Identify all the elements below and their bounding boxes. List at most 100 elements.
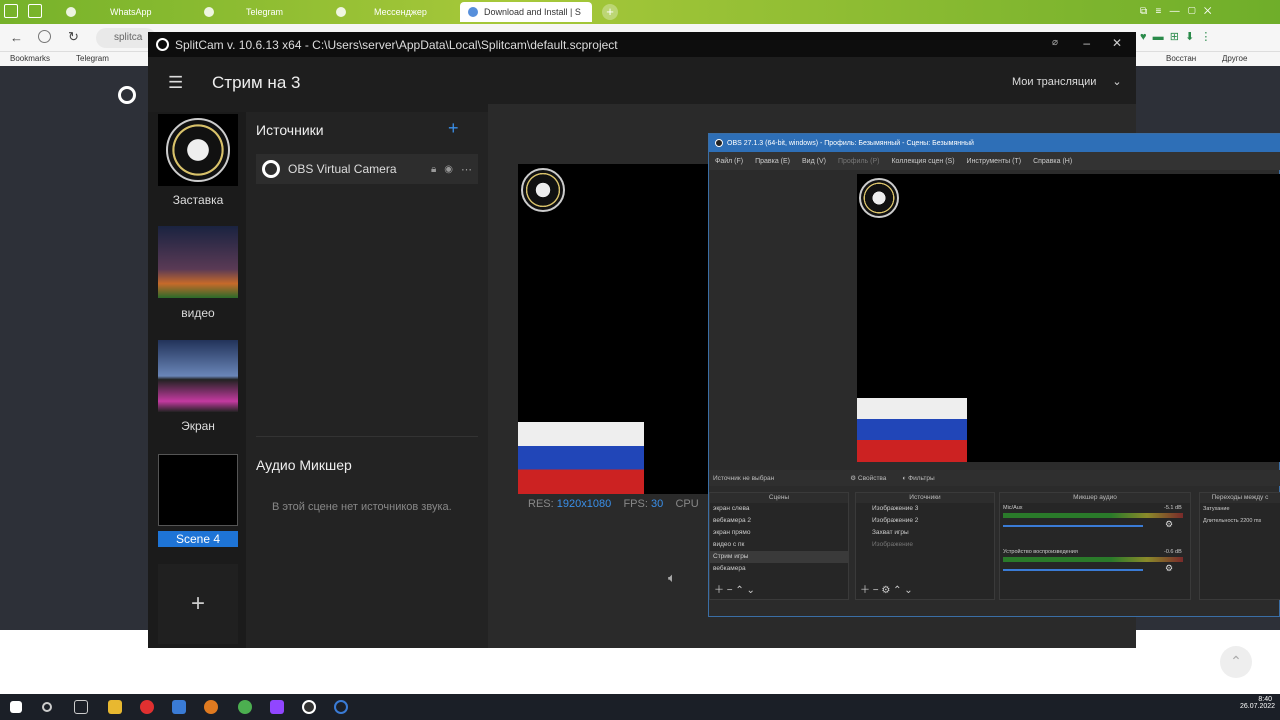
scene-label-selected: Scene 4 <box>158 531 238 547</box>
obs-scene-item[interactable]: видео с пк <box>710 539 848 551</box>
scene-controls[interactable]: ＋ − ⌃ ⌄ <box>714 581 755 596</box>
clock[interactable]: 8:40 26.07.2022 <box>1240 696 1275 710</box>
dock-header: Переходы между с <box>1200 493 1280 503</box>
transition-select[interactable]: Затухание <box>1200 503 1280 515</box>
whatsapp-icon <box>66 7 76 17</box>
dock-header: Микшер аудио <box>1000 493 1190 503</box>
back-icon[interactable]: ← <box>10 30 23 45</box>
emblem-image <box>859 178 899 218</box>
obs-source-item[interactable]: Изображение 2 <box>856 515 994 527</box>
tab-messenger[interactable]: Мессенджер <box>328 2 458 22</box>
telegram-icon <box>204 7 214 17</box>
pin-icon[interactable]: ⌀ <box>1052 37 1058 48</box>
obs-source-item[interactable]: Захват игры <box>856 527 994 539</box>
add-source-button[interactable]: + <box>448 118 459 139</box>
menu-help[interactable]: Справка (H) <box>1033 158 1072 165</box>
windows-start-icon[interactable] <box>10 701 22 713</box>
menu-view[interactable]: Вид (V) <box>802 158 826 165</box>
obs-scene-item[interactable]: экран прямо <box>710 527 848 539</box>
chevron-down-icon: ⌄ <box>1112 76 1122 88</box>
bookmark-restore[interactable]: Восстан <box>1166 54 1196 63</box>
home-icon[interactable] <box>4 4 18 18</box>
menu-edit[interactable]: Правка (E) <box>755 158 790 165</box>
reload-icon[interactable]: ↻ <box>68 29 79 45</box>
splitcam-logo-icon <box>156 38 169 51</box>
tab-whatsapp[interactable]: WhatsApp <box>58 2 194 22</box>
tab-telegram[interactable]: Telegram <box>196 2 326 22</box>
more-icon[interactable]: ⋯ <box>461 163 472 176</box>
mixer-channel-name: Устройство воспроизведения <box>1003 549 1078 555</box>
lock-icon[interactable]: 🔒︎ <box>431 164 436 175</box>
scene-thumb-video[interactable] <box>158 226 238 298</box>
source-item[interactable]: OBS Virtual Camera 🔒︎ ◉ ⋯ <box>256 154 478 184</box>
eye-icon[interactable]: ◉ <box>444 164 453 175</box>
dock-header: Сцены <box>710 493 848 503</box>
app-icon[interactable] <box>172 700 186 714</box>
source-controls[interactable]: ＋ − ⚙ ⌃ ⌄ <box>860 581 913 596</box>
obs-source-item[interactable]: Изображение 3 <box>856 503 994 515</box>
sources-heading: Источники <box>256 122 324 138</box>
filters-button[interactable]: ◐ Фильтры <box>902 475 934 482</box>
new-tab-button[interactable]: + <box>602 4 618 20</box>
explorer-icon[interactable] <box>108 700 122 714</box>
browser-tab-bar: WhatsApp Telegram Мессенджер Download an… <box>0 0 1280 24</box>
flag-soldier-image <box>518 422 644 494</box>
no-source-label: Источник не выбран <box>713 474 775 482</box>
bookmark-other[interactable]: Другое <box>1222 54 1247 63</box>
search-icon[interactable] <box>42 702 52 712</box>
chrome-icon[interactable] <box>238 700 252 714</box>
mixer-channel-name: Mic/Aux <box>1003 505 1023 511</box>
mixer-settings-icon[interactable]: ⚙ <box>1165 563 1173 574</box>
add-scene-button[interactable]: + <box>158 564 238 644</box>
obs-source-item[interactable]: Изображение <box>856 539 994 551</box>
obs-scene-item-selected[interactable]: Стрим игры <box>710 551 848 563</box>
obs-icon <box>262 160 280 178</box>
obs-scene-item[interactable]: вебкамера <box>710 563 848 575</box>
audio-empty-text: В этой сцене нет источников звука. <box>272 501 452 513</box>
volume-slider[interactable] <box>1003 569 1143 571</box>
minimize-button[interactable]: – <box>1083 36 1090 50</box>
close-button[interactable]: ✕ <box>1112 36 1122 50</box>
properties-button[interactable]: ⚙ Свойства <box>850 474 886 482</box>
volume-slider[interactable] <box>1003 525 1143 527</box>
my-streams-dropdown[interactable]: Мои трансляции ⌄ <box>1012 75 1122 88</box>
scene-label: Заставка <box>172 193 224 207</box>
tab-download-install[interactable]: Download and Install | S <box>460 2 592 22</box>
splitcam-taskbar-icon[interactable] <box>334 700 348 714</box>
twitch-icon[interactable] <box>270 700 284 714</box>
obs-scene-item[interactable]: вебкамера 2 <box>710 515 848 527</box>
protect-icon[interactable] <box>38 30 51 43</box>
obs-scene-item[interactable]: экран слева <box>710 503 848 515</box>
scene-thumb-screen[interactable] <box>158 340 238 412</box>
obs-logo-icon <box>715 139 723 147</box>
preview-canvas <box>518 164 708 494</box>
divider <box>256 436 478 437</box>
volume-icon[interactable]: 🔈︎ <box>668 570 676 586</box>
mixer-settings-icon[interactable]: ⚙ <box>1165 519 1173 530</box>
bookmarks-link[interactable]: Bookmarks <box>10 54 50 63</box>
volume-meter <box>1003 557 1183 562</box>
firefox-icon[interactable] <box>204 700 218 714</box>
menu-icon[interactable]: ☰ <box>168 73 183 93</box>
task-view-icon[interactable] <box>74 700 88 714</box>
obs-sources-dock: Источники Изображение 3 Изображение 2 За… <box>855 492 995 600</box>
window-controls[interactable]: ⧉ ≡ — ▢ ✕ <box>1140 6 1212 17</box>
menu-file[interactable]: Файл (F) <box>715 158 743 165</box>
extensions-icons[interactable]: ♥ ▬ ⊞ ⬇ ⋮ <box>1140 30 1211 43</box>
scene-thumb-scene4[interactable] <box>158 454 238 526</box>
new-page-icon[interactable] <box>28 4 42 18</box>
menu-scene-collection[interactable]: Коллекция сцен (S) <box>891 158 954 165</box>
menu-tools[interactable]: Инструменты (T) <box>967 158 1022 165</box>
bookmark-telegram[interactable]: Telegram <box>76 54 109 63</box>
obs-taskbar-icon[interactable] <box>302 700 316 714</box>
splitcam-logo-icon <box>118 86 136 104</box>
volume-meter <box>1003 513 1183 518</box>
menu-profile[interactable]: Профиль (P) <box>838 158 880 165</box>
source-label: OBS Virtual Camera <box>288 162 397 176</box>
scroll-top-button[interactable]: ⌃ <box>1220 646 1252 678</box>
scene-thumb-zastavka[interactable] <box>158 114 238 186</box>
yandex-icon[interactable] <box>140 700 154 714</box>
address-input[interactable]: splitca <box>96 28 156 48</box>
duration-row: Длительность 2200 ms <box>1203 518 1262 524</box>
scene-label: видео <box>181 306 215 320</box>
